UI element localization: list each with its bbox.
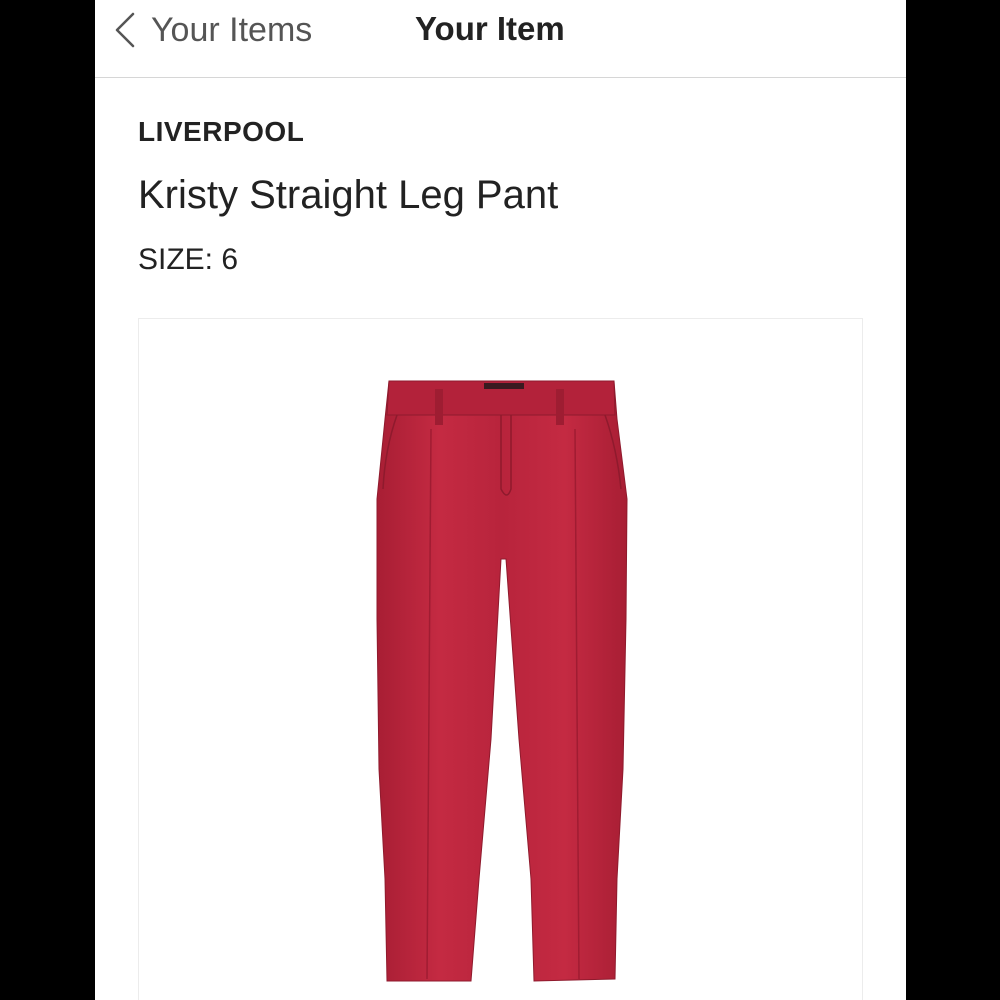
app-screen: Your Items Your Item LIVERPOOL Kristy St… [95,0,906,1000]
page-title: Your Item [415,10,565,47]
device-frame: Your Items Your Item LIVERPOOL Kristy St… [0,0,1000,1000]
pants-image [376,380,628,982]
product-size: SIZE: 6 [138,243,238,277]
chevron-left-icon [115,12,135,48]
product-brand: LIVERPOOL [138,116,305,147]
back-label: Your Items [151,10,313,49]
back-button[interactable]: Your Items [113,8,312,52]
product-image-card[interactable] [138,318,863,1000]
size-value: 6 [221,243,239,276]
size-label: SIZE: [138,243,214,276]
navigation-bar: Your Items Your Item [95,0,906,78]
product-name: Kristy Straight Leg Pant [138,173,559,217]
